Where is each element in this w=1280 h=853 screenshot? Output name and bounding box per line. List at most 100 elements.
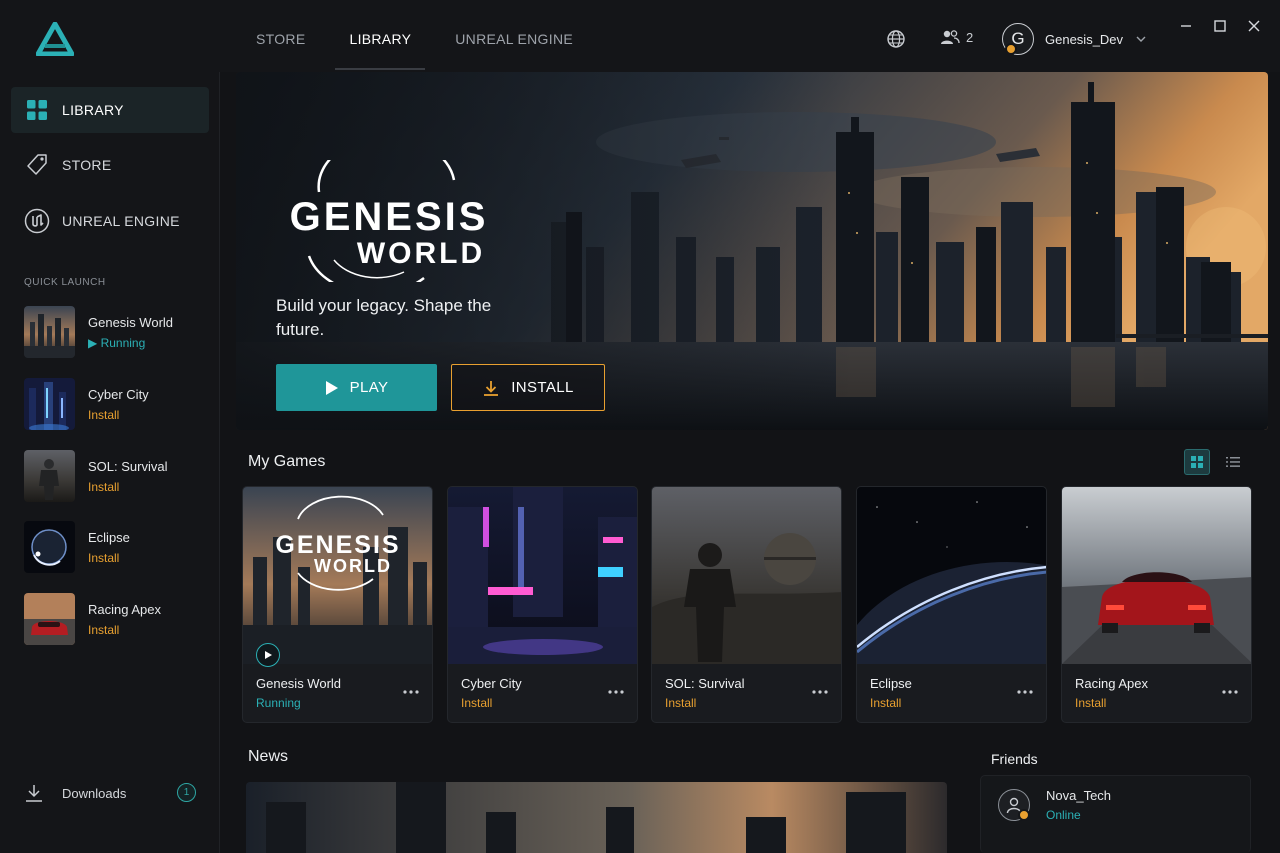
friends-title: Friends xyxy=(991,751,1038,767)
quick-launch-item[interactable]: SOL: Survival Install xyxy=(24,449,210,503)
user-icon xyxy=(1006,797,1022,814)
game-card-status: Install xyxy=(870,696,902,710)
game-cover-image xyxy=(652,487,841,664)
quick-launch-status: ▶ Running xyxy=(88,335,146,350)
app-logo-icon[interactable] xyxy=(36,22,74,56)
main-content: GENESIS WORLD Build your legacy. Shape t… xyxy=(221,72,1280,853)
grid-view-button[interactable] xyxy=(1184,449,1210,475)
title-bar: STORE LIBRARY UNREAL ENGINE 2 G Genesis_… xyxy=(0,0,1280,72)
globe-icon[interactable] xyxy=(886,29,906,49)
unreal-logo-icon xyxy=(24,208,50,234)
game-card[interactable]: Racing Apex Install xyxy=(1061,486,1252,723)
sidebar-item-label: STORE xyxy=(62,157,112,173)
downloads-count-badge: 1 xyxy=(177,783,196,802)
download-icon xyxy=(26,785,42,802)
game-card[interactable]: GENESIS WORLD Genesis World Running xyxy=(242,486,433,723)
more-dots-icon xyxy=(1017,690,1033,694)
avatar xyxy=(998,789,1030,821)
game-card-name: Racing Apex xyxy=(1075,676,1148,691)
play-button[interactable]: PLAY xyxy=(276,364,437,411)
sidebar-item-unreal-engine[interactable]: UNREAL ENGINE xyxy=(11,198,209,244)
user-menu[interactable]: G Genesis_Dev xyxy=(1002,22,1147,56)
close-button[interactable] xyxy=(1244,16,1264,36)
quick-launch-item[interactable]: Genesis World ▶ Running xyxy=(24,305,210,359)
card-logo-line2: WORLD xyxy=(314,556,392,576)
more-options-button[interactable] xyxy=(811,687,829,697)
play-icon xyxy=(265,651,272,659)
quick-launch-item[interactable]: Cyber City Install xyxy=(24,377,210,431)
game-thumbnail xyxy=(24,450,75,502)
news-title: News xyxy=(248,748,289,765)
play-icon xyxy=(325,380,338,395)
more-options-button[interactable] xyxy=(607,687,625,697)
game-card[interactable]: Cyber City Install xyxy=(447,486,638,723)
quick-launch-status: Install xyxy=(88,622,120,637)
install-button[interactable]: INSTALL xyxy=(451,364,605,411)
downloads-label: Downloads xyxy=(62,785,127,801)
game-card-status: Install xyxy=(665,696,697,710)
list-view-button[interactable] xyxy=(1220,449,1246,475)
grid-icon xyxy=(24,97,50,123)
maximize-button[interactable] xyxy=(1210,16,1230,36)
game-thumbnail xyxy=(24,593,75,645)
list-icon xyxy=(1226,457,1240,467)
quick-launch-item[interactable]: Racing Apex Install xyxy=(24,592,210,646)
close-icon xyxy=(1248,20,1260,32)
hero-game-logo: GENESIS WORLD xyxy=(274,160,504,282)
install-button-label: INSTALL xyxy=(511,379,574,396)
game-thumbnail xyxy=(24,378,75,430)
game-card[interactable]: Eclipse Install xyxy=(856,486,1047,723)
quick-launch-item[interactable]: Eclipse Install xyxy=(24,520,210,574)
game-card[interactable]: SOL: Survival Install xyxy=(651,486,842,723)
hero-title-line2: WORLD xyxy=(356,237,486,270)
tab-library[interactable]: LIBRARY xyxy=(333,0,427,72)
more-options-button[interactable] xyxy=(1016,687,1034,697)
play-button-label: PLAY xyxy=(349,379,389,396)
game-card-name: Cyber City xyxy=(461,676,522,691)
friend-status: Online xyxy=(1046,808,1081,822)
game-card-status: Install xyxy=(461,696,493,710)
more-dots-icon xyxy=(1222,690,1238,694)
tab-store[interactable]: STORE xyxy=(240,0,321,72)
game-thumbnail xyxy=(24,521,75,573)
game-cover-image xyxy=(1062,487,1251,664)
grid-icon xyxy=(1191,456,1203,468)
sidebar-item-library[interactable]: LIBRARY xyxy=(11,87,209,133)
more-dots-icon xyxy=(812,690,828,694)
game-thumbnail xyxy=(24,306,75,358)
minimize-button[interactable] xyxy=(1176,16,1196,36)
more-dots-icon xyxy=(608,690,624,694)
more-options-button[interactable] xyxy=(1221,687,1239,697)
friends-indicator[interactable]: 2 xyxy=(940,29,973,45)
downloads-button[interactable]: Downloads 1 xyxy=(24,780,200,806)
my-games-title: My Games xyxy=(248,453,326,470)
chevron-down-icon xyxy=(1136,36,1146,42)
game-card-name: SOL: Survival xyxy=(665,676,745,691)
sidebar-item-store[interactable]: STORE xyxy=(11,142,209,188)
quick-launch-name: Genesis World xyxy=(88,314,174,330)
sidebar-item-label: LIBRARY xyxy=(62,102,124,118)
game-card-status: Install xyxy=(1075,696,1107,710)
news-image xyxy=(246,782,947,853)
friends-icon xyxy=(941,30,960,44)
quick-launch-name: Cyber City xyxy=(88,386,149,402)
minimize-icon xyxy=(1181,25,1191,27)
game-cover-image xyxy=(448,487,637,664)
hero-title-line1: GENESIS xyxy=(289,195,489,239)
friend-item[interactable]: Nova_Tech Online xyxy=(998,788,1111,822)
friends-panel: Nova_Tech Online xyxy=(980,775,1251,853)
game-card-name: Eclipse xyxy=(870,676,912,691)
hero-tagline: Build your legacy. Shape the future. xyxy=(276,296,492,339)
news-item[interactable] xyxy=(246,782,947,853)
sidebar: LIBRARY STORE UNREAL ENGINE QUICK LAUNCH xyxy=(0,72,220,853)
quick-launch-status: Install xyxy=(88,550,120,565)
card-play-button[interactable] xyxy=(256,643,280,667)
avatar: G xyxy=(1002,23,1034,55)
friend-name: Nova_Tech xyxy=(1046,788,1112,803)
tab-unreal-engine[interactable]: UNREAL ENGINE xyxy=(439,0,589,72)
top-navigation: STORE LIBRARY UNREAL ENGINE xyxy=(240,0,601,72)
more-options-button[interactable] xyxy=(402,687,420,697)
more-dots-icon xyxy=(403,690,419,694)
username: Genesis_Dev xyxy=(1045,31,1124,47)
card-logo-line1: GENESIS xyxy=(275,531,400,559)
